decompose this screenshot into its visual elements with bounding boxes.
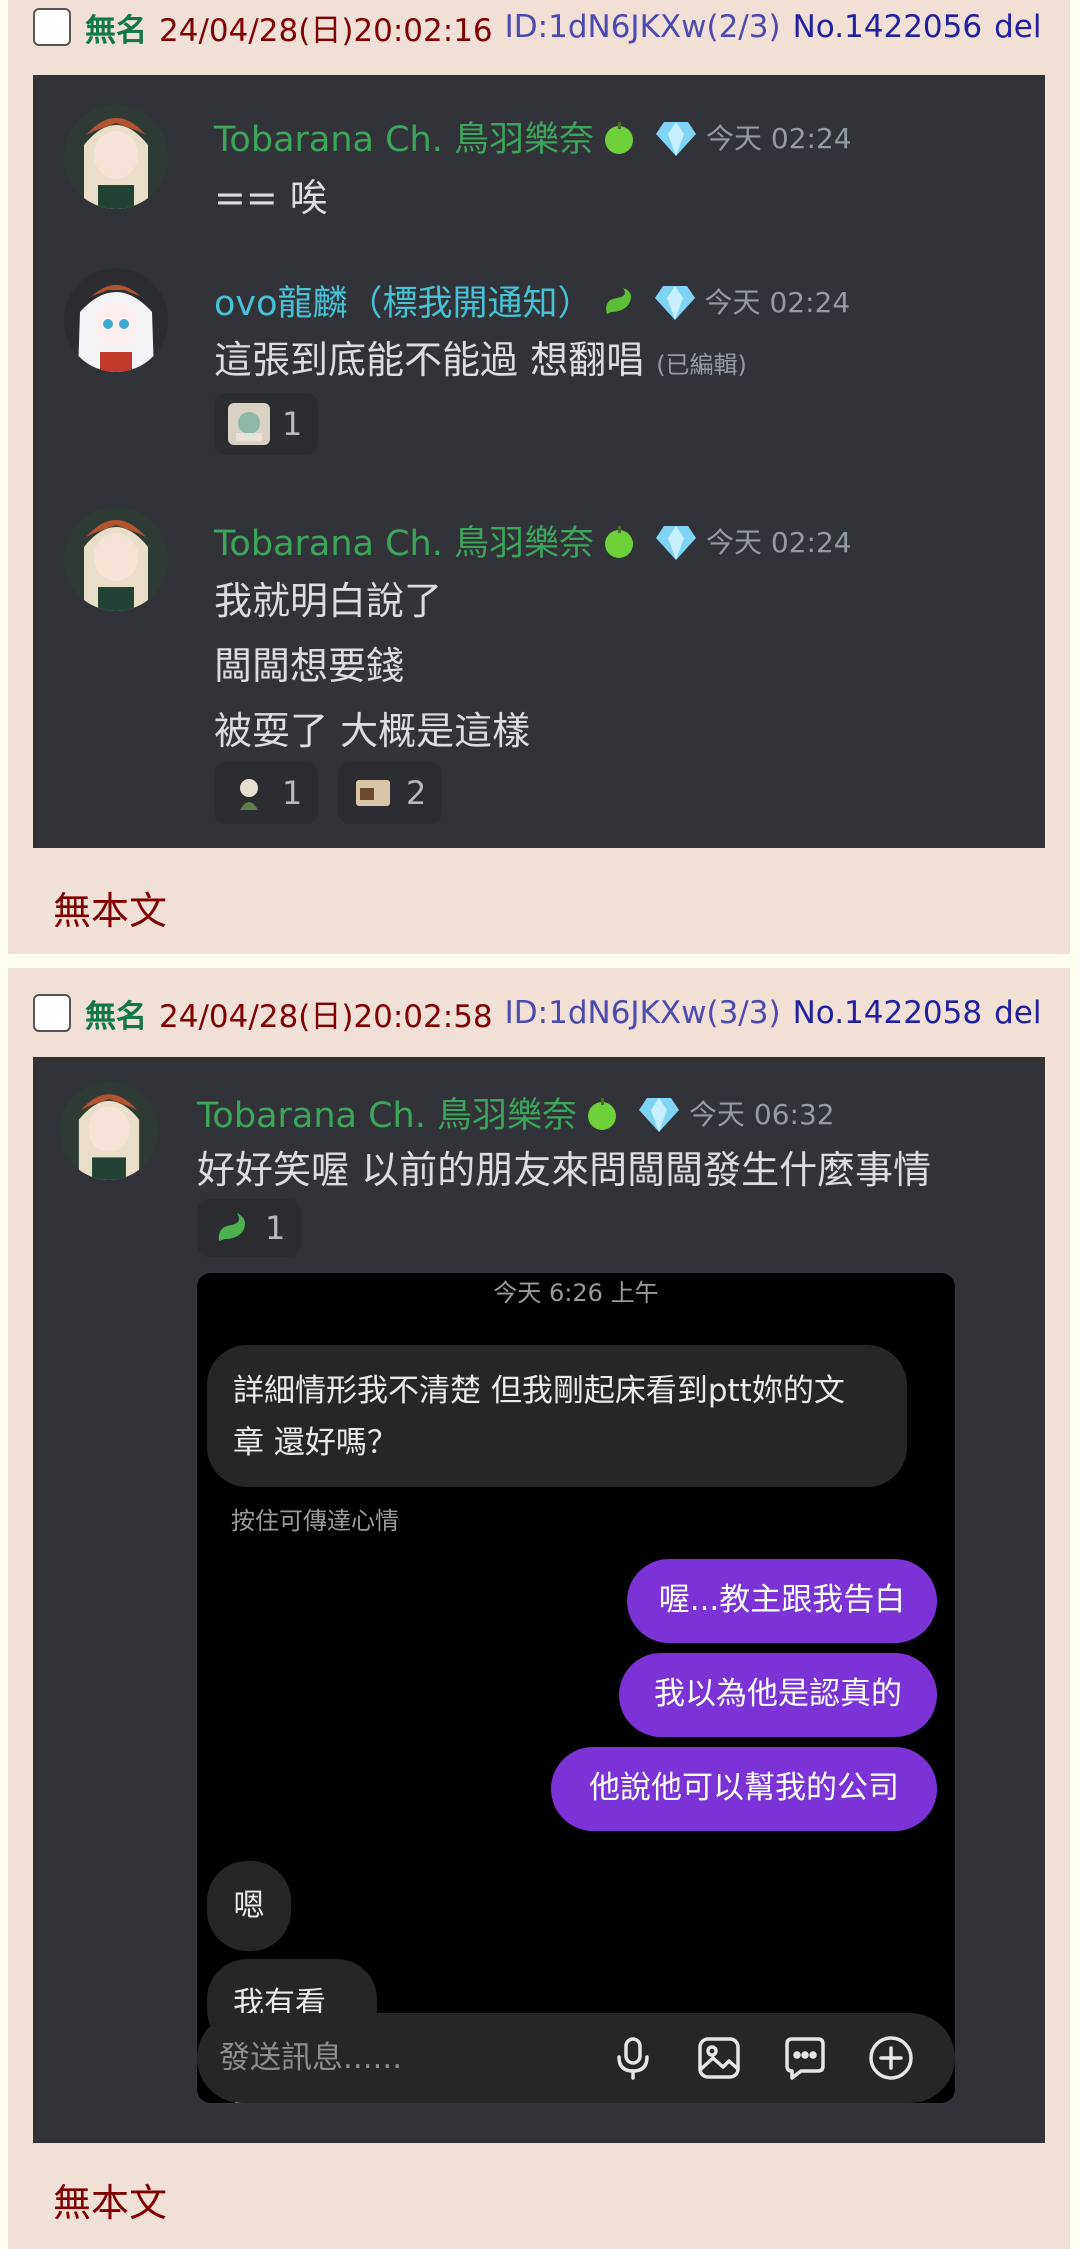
poster-id[interactable]: ID:1dN6JKXw(3/3) <box>505 995 781 1031</box>
message-text-content: 這張到底能不能過 想翻唱 <box>214 338 645 382</box>
apple-icon <box>583 1094 621 1132</box>
reaction-count: 1 <box>282 774 303 812</box>
outgoing-message: 我以為他是認真的 <box>619 1653 937 1737</box>
message-timestamp: 今天 06:32 <box>688 1097 835 1131</box>
username[interactable]: Tobarana Ch. 鳥羽樂奈 <box>197 1087 577 1138</box>
message-composer[interactable]: 發送訊息...... <box>197 2013 955 2103</box>
reaction-count: 1 <box>282 405 303 443</box>
message-text: 詳細情形我不清楚 但我剛起床看到ptt妳的文 <box>233 1373 845 1409</box>
diamond-heart-icon <box>654 118 696 156</box>
message-timestamp: 今天 02:24 <box>705 121 852 155</box>
reaction-hint: 按住可傳達心情 <box>231 1507 399 1535</box>
reaction-chip[interactable]: 1 <box>214 762 319 824</box>
sticker-icon <box>228 403 270 445</box>
post-number-link[interactable]: No.1422056 <box>793 9 983 45</box>
message-timestamp: 今天 02:24 <box>705 525 852 559</box>
post-select-checkbox[interactable] <box>33 994 71 1032</box>
avatar <box>64 507 168 611</box>
avatar <box>64 105 168 209</box>
diamond-heart-icon <box>637 1094 679 1132</box>
image-icon[interactable] <box>695 2034 743 2082</box>
sticker-message-icon[interactable] <box>781 2034 829 2082</box>
attached-screenshot[interactable]: Tobarana Ch. 鳥羽樂奈 今天 06:32 好好笑喔 以前的朋友來問闆… <box>33 1057 1045 2143</box>
incoming-message: 詳細情形我不清楚 但我剛起床看到ptt妳的文 章 還好嗎？ <box>207 1345 907 1487</box>
edited-marker: (已編輯) <box>656 351 747 379</box>
chat-time-divider: 今天 6:26 上午 <box>493 1279 659 1307</box>
username[interactable]: Tobarana Ch. 鳥羽樂奈 <box>214 111 594 162</box>
post-header: 無名 24/04/28(日)20:02:58 ID:1dN6JKXw(3/3) … <box>33 986 1070 1040</box>
delete-link[interactable]: del <box>994 9 1041 45</box>
reply-post: 無名 24/04/28(日)20:02:58 ID:1dN6JKXw(3/3) … <box>8 968 1070 2249</box>
reaction-count: 2 <box>406 774 427 812</box>
add-circle-icon[interactable] <box>867 2034 915 2082</box>
composer-placeholder: 發送訊息...... <box>219 2040 403 2076</box>
reply-post: 無名 24/04/28(日)20:02:16 ID:1dN6JKXw(2/3) … <box>8 0 1070 954</box>
post-datetime: 24/04/28(日)20:02:16 <box>159 12 493 49</box>
reaction-chip[interactable]: 2 <box>338 762 443 824</box>
dragon-sticker-icon <box>211 1207 253 1249</box>
diamond-heart-icon <box>654 522 696 560</box>
microphone-icon[interactable] <box>609 2034 657 2082</box>
reaction-count: 1 <box>265 1209 286 1247</box>
message-text: == 唉 <box>214 176 328 220</box>
poster-name: 無名 <box>85 998 147 1035</box>
post-body: 無本文 <box>53 889 168 933</box>
message-text: 這張到底能不能過 想翻唱 (已編輯) <box>214 329 747 384</box>
attached-screenshot[interactable]: Tobarana Ch. 鳥羽樂奈 今天 02:24 == 唉 ovo龍麟（標我… <box>33 75 1045 848</box>
incoming-message: 嗯 <box>207 1861 291 1951</box>
post-header: 無名 24/04/28(日)20:02:16 ID:1dN6JKXw(2/3) … <box>33 0 1070 54</box>
phone-chat-screenshot: 今天 6:26 上午 詳細情形我不清楚 但我剛起床看到ptt妳的文 章 還好嗎？… <box>197 1273 955 2103</box>
apple-icon <box>600 522 638 560</box>
sticker-icon <box>228 772 270 814</box>
message-text: 闆闆想要錢 <box>214 644 405 688</box>
outgoing-message: 他說他可以幫我的公司 <box>551 1747 937 1831</box>
username[interactable]: ovo龍麟（標我開通知） <box>214 275 593 326</box>
delete-link[interactable]: del <box>994 995 1041 1031</box>
message-text: 章 還好嗎？ <box>233 1425 398 1461</box>
message-timestamp: 今天 02:24 <box>704 285 851 319</box>
poster-name: 無名 <box>85 12 147 49</box>
diamond-heart-icon <box>653 282 695 320</box>
message-text: 我就明白說了 <box>214 579 443 623</box>
post-number-link[interactable]: No.1422058 <box>793 995 983 1031</box>
username[interactable]: Tobarana Ch. 鳥羽樂奈 <box>214 515 594 566</box>
apple-icon <box>600 118 638 156</box>
sticker-icon <box>352 772 394 814</box>
reaction-chip[interactable]: 1 <box>214 393 319 455</box>
post-body: 無本文 <box>53 2181 168 2225</box>
post-datetime: 24/04/28(日)20:02:58 <box>159 998 493 1035</box>
message-text: 好好笑喔 以前的朋友來問闆闆發生什麼事情 <box>197 1148 932 1192</box>
message-text: 被耍了 大概是這樣 <box>214 709 531 753</box>
avatar <box>60 1082 158 1180</box>
dragon-icon <box>599 282 637 320</box>
poster-id[interactable]: ID:1dN6JKXw(2/3) <box>505 9 781 45</box>
outgoing-message: 喔...教主跟我告白 <box>627 1559 937 1643</box>
avatar <box>64 268 168 372</box>
post-select-checkbox[interactable] <box>33 8 71 46</box>
reaction-chip[interactable]: 1 <box>197 1199 302 1257</box>
